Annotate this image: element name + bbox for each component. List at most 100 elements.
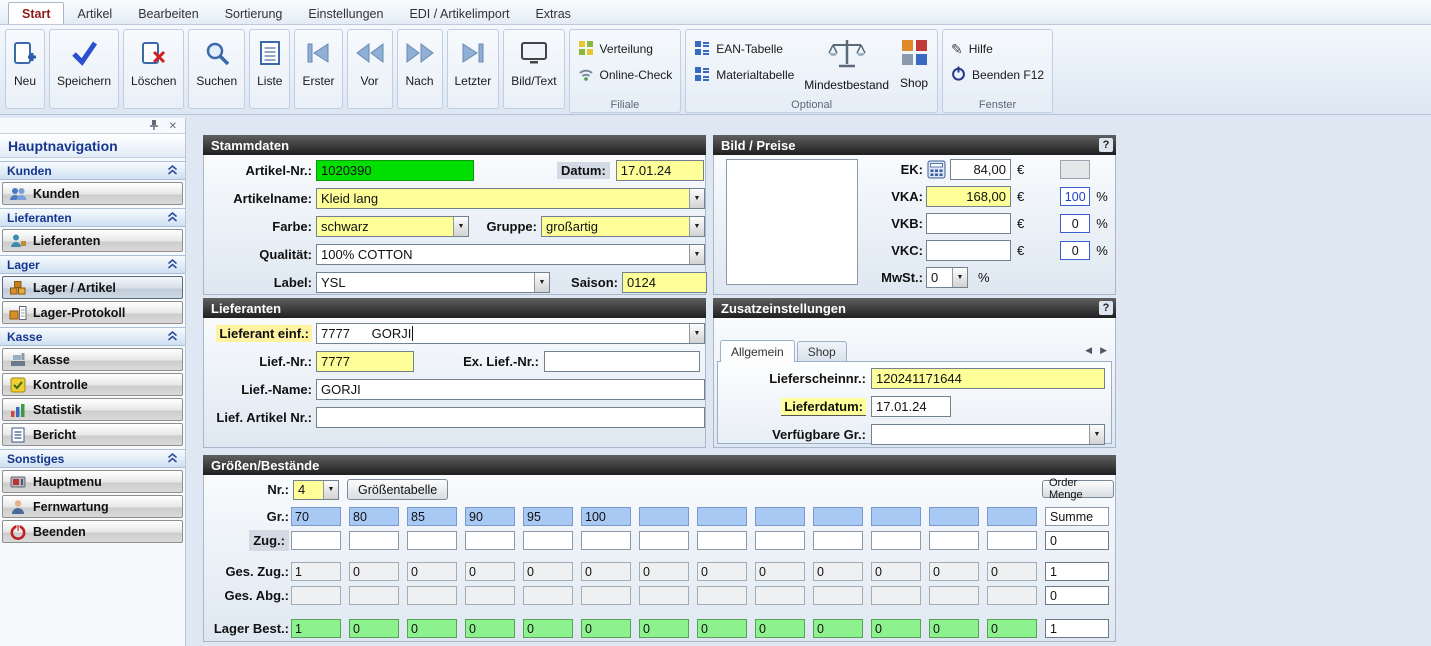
sidebar-item-fernwartung[interactable]: Fernwartung: [2, 495, 183, 518]
datum-field[interactable]: 17.01.24: [615, 160, 704, 181]
qualitaet-combo[interactable]: 100% COTTON ▼: [316, 244, 705, 265]
online-check-button[interactable]: Online-Check: [578, 65, 672, 85]
sidebar-item-hauptmenu[interactable]: Hauptmenu: [2, 470, 183, 493]
erster-button[interactable]: Erster: [294, 29, 343, 109]
ex-lief-nr-field[interactable]: [544, 351, 700, 372]
sidebar-section-kunden[interactable]: Kunden: [0, 161, 185, 180]
materialtabelle-button[interactable]: Materialtabelle: [694, 65, 794, 85]
zug-input-cell[interactable]: [987, 531, 1037, 550]
sidebar-item-beenden[interactable]: Beenden: [2, 520, 183, 543]
hilfe-button[interactable]: ✎ Hilfe: [951, 39, 1044, 59]
letzter-button[interactable]: Letzter: [446, 29, 500, 109]
dropdown-arrow-icon[interactable]: ▼: [689, 324, 704, 343]
sidebar-item-lieferanten[interactable]: Lieferanten: [2, 229, 183, 252]
zug-input-cell[interactable]: [581, 531, 631, 550]
sidebar-section-lieferanten[interactable]: Lieferanten: [0, 208, 185, 227]
mwst-combo[interactable]: 0 ▼: [926, 267, 968, 288]
mindestbestand-button[interactable]: Mindestbestand: [804, 35, 889, 97]
article-image-placeholder[interactable]: [726, 159, 858, 285]
vkb-field[interactable]: [926, 213, 1011, 234]
tab-artikel[interactable]: Artikel: [64, 3, 125, 24]
vkc-field[interactable]: [926, 240, 1011, 261]
tab-allgemein[interactable]: Allgemein: [720, 340, 795, 362]
tab-edi-artikelimport[interactable]: EDI / Artikelimport: [396, 3, 522, 24]
vkc-pct-field[interactable]: 0: [1060, 241, 1091, 260]
ean-tabelle-button[interactable]: EAN-Tabelle: [694, 39, 794, 59]
artikel-nr-field[interactable]: 1020390: [316, 160, 474, 181]
zug-input-cell[interactable]: [639, 531, 689, 550]
lieferant-einf-combo[interactable]: 7777 GORJI ▼: [316, 323, 705, 344]
zug-input-cell[interactable]: [929, 531, 979, 550]
dropdown-arrow-icon[interactable]: ▼: [534, 273, 549, 292]
lief-nr-field[interactable]: 7777: [316, 351, 414, 372]
tab-bearbeiten[interactable]: Bearbeiten: [125, 3, 211, 24]
help-button[interactable]: ?: [1099, 138, 1113, 152]
order-menge-button[interactable]: Order Menge: [1042, 477, 1114, 501]
dropdown-arrow-icon[interactable]: ▼: [453, 217, 468, 236]
suchen-button[interactable]: Suchen: [188, 29, 246, 109]
zug-input-cell[interactable]: [697, 531, 747, 550]
sidebar-section-kasse[interactable]: Kasse: [0, 327, 185, 346]
zug-input-cell[interactable]: [291, 531, 341, 550]
label-combo[interactable]: YSL ▼: [316, 272, 550, 293]
nach-button[interactable]: Nach: [396, 29, 443, 109]
pin-icon[interactable]: [149, 119, 159, 134]
lieferdatum-field[interactable]: 17.01.24: [871, 396, 951, 417]
beenden-f12-button[interactable]: Beenden F12: [951, 65, 1044, 85]
zug-input-cell[interactable]: [813, 531, 863, 550]
nr-combo[interactable]: 4 ▼: [293, 479, 339, 500]
artikelname-combo[interactable]: Kleid lang ▼: [316, 188, 705, 209]
sidebar-item-kunden[interactable]: Kunden: [2, 182, 183, 205]
sidebar-section-lager[interactable]: Lager: [0, 255, 185, 274]
bild-text-button[interactable]: Bild/Text: [503, 29, 565, 109]
dropdown-arrow-icon[interactable]: ▼: [689, 217, 704, 236]
ek-field[interactable]: 84,00: [950, 159, 1011, 180]
vka-field[interactable]: 168,00: [926, 186, 1011, 207]
farbe-combo[interactable]: schwarz ▼: [316, 216, 469, 237]
tab-einstellungen[interactable]: Einstellungen: [295, 3, 396, 24]
sidebar-item-lager-protokoll[interactable]: Lager-Protokoll: [2, 301, 183, 324]
dropdown-arrow-icon[interactable]: ▼: [323, 480, 338, 499]
vor-button[interactable]: Vor: [346, 29, 393, 109]
tab-shop[interactable]: Shop: [796, 341, 847, 362]
saison-field[interactable]: 0124: [622, 272, 707, 293]
tab-sortierung[interactable]: Sortierung: [212, 3, 296, 24]
lief-name-field[interactable]: GORJI: [316, 379, 705, 400]
sidebar-item-kasse[interactable]: Kasse: [2, 348, 183, 371]
sidebar-item-bericht[interactable]: Bericht: [2, 423, 183, 446]
dropdown-arrow-icon[interactable]: ▼: [689, 245, 704, 264]
zug-input-cell[interactable]: [523, 531, 573, 550]
lief-artikel-nr-field[interactable]: [316, 407, 705, 428]
dropdown-arrow-icon[interactable]: ▼: [952, 268, 967, 287]
dropdown-arrow-icon[interactable]: ▼: [1089, 425, 1104, 444]
zug-input-cell[interactable]: [755, 531, 805, 550]
help-button[interactable]: ?: [1099, 301, 1113, 315]
vkb-pct-field[interactable]: 0: [1060, 214, 1091, 233]
calculator-icon[interactable]: [926, 159, 947, 180]
verteilung-button[interactable]: Verteilung: [578, 39, 673, 59]
dropdown-arrow-icon[interactable]: ▼: [689, 189, 704, 208]
tab-scroll-left-icon[interactable]: ◀: [1085, 345, 1092, 356]
tab-extras[interactable]: Extras: [522, 3, 583, 24]
vka-pct-field[interactable]: 100: [1060, 187, 1091, 206]
close-icon[interactable]: ✕: [169, 121, 177, 132]
groessentabelle-button[interactable]: Größentabelle: [347, 479, 449, 500]
sidebar-item-statistik[interactable]: Statistik: [2, 398, 183, 421]
tab-start[interactable]: Start: [8, 2, 65, 24]
sidebar-item-lager-artikel[interactable]: Lager / Artikel: [2, 276, 183, 299]
zug-input-cell[interactable]: [871, 531, 921, 550]
tab-scroll-right-icon[interactable]: ▶: [1100, 345, 1107, 356]
loeschen-button[interactable]: Löschen: [123, 29, 185, 109]
shop-button[interactable]: Shop: [899, 35, 929, 97]
gruppe-combo[interactable]: großartig ▼: [541, 216, 705, 237]
zug-input-cell[interactable]: [465, 531, 515, 550]
sidebar-section-sonstiges[interactable]: Sonstiges: [0, 449, 185, 468]
zug-input-cell[interactable]: [349, 531, 399, 550]
speichern-button[interactable]: Speichern: [49, 29, 120, 109]
neu-button[interactable]: Neu: [5, 29, 45, 109]
sidebar-item-kontrolle[interactable]: Kontrolle: [2, 373, 183, 396]
verfuegbare-gr-combo[interactable]: ▼: [871, 424, 1105, 445]
liste-button[interactable]: Liste: [249, 29, 291, 109]
zug-input-cell[interactable]: [407, 531, 457, 550]
lieferscheinnr-field[interactable]: 120241171644: [871, 368, 1105, 389]
